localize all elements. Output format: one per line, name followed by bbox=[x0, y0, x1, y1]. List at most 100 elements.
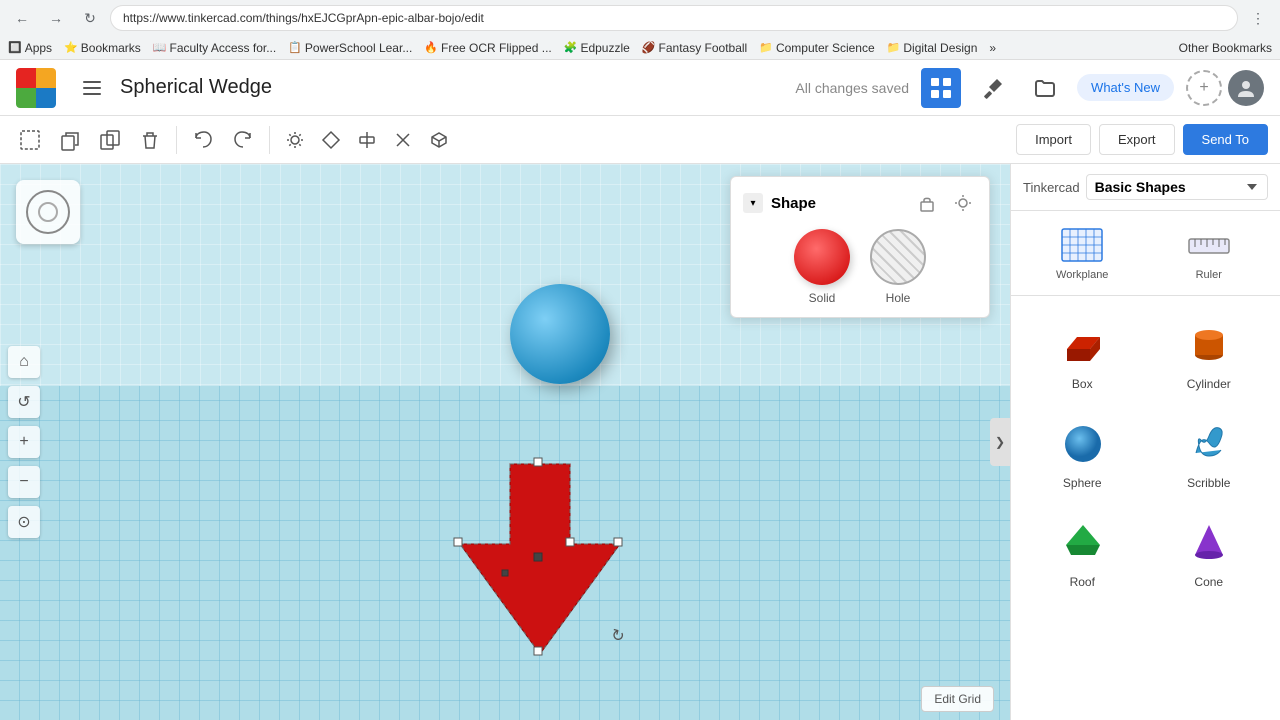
light-button[interactable] bbox=[278, 123, 312, 157]
duplicate-button[interactable] bbox=[92, 122, 128, 158]
bookmark-fantasy[interactable]: 🏈 Fantasy Football bbox=[642, 41, 747, 55]
main-content: ↻ ⌂ ↺ + − ⊙ ▾ Shape bbox=[0, 164, 1280, 720]
ocr-icon: 🔥 bbox=[424, 41, 438, 54]
shapes-library: Tinkercad Basic Shapes bbox=[1010, 164, 1280, 720]
mirror-button[interactable] bbox=[386, 123, 420, 157]
wedge-object[interactable]: ↻ bbox=[430, 454, 650, 684]
bookmark-other[interactable]: Other Bookmarks bbox=[1179, 41, 1272, 55]
shape-cylinder[interactable]: Cylinder bbox=[1150, 308, 1269, 399]
logo-q1 bbox=[16, 68, 36, 88]
shape-scribble[interactable]: Scribble bbox=[1150, 407, 1269, 498]
address-bar[interactable]: https://www.tinkercad.com/things/hxEJCGp… bbox=[110, 5, 1238, 31]
scribble-thumb bbox=[1179, 415, 1239, 470]
select-all-button[interactable] bbox=[12, 122, 48, 158]
scribble-label: Scribble bbox=[1187, 476, 1230, 490]
undo-button[interactable] bbox=[185, 122, 221, 158]
shape-panel: ▾ Shape Solid bbox=[730, 176, 990, 318]
ps-label: PowerSchool Lear... bbox=[305, 41, 412, 55]
shape-cone[interactable]: Cone bbox=[1150, 506, 1269, 597]
hammer-button[interactable] bbox=[973, 68, 1013, 108]
shape-box[interactable]: Box bbox=[1023, 308, 1142, 399]
ruler-icon bbox=[1185, 225, 1233, 265]
save-status: All changes saved bbox=[795, 80, 909, 96]
grid-view-button[interactable] bbox=[921, 68, 961, 108]
sphere-label: Sphere bbox=[1063, 476, 1102, 490]
logo-q4 bbox=[36, 88, 56, 108]
panel-title: Shape bbox=[771, 195, 905, 212]
bookmark-edpuzzle[interactable]: 🧩 Edpuzzle bbox=[564, 41, 630, 55]
action-buttons: Import Export Send To bbox=[1016, 124, 1268, 155]
sphere-thumb bbox=[1052, 415, 1112, 470]
shapes-grid: Box Cylinder bbox=[1011, 296, 1280, 609]
import-button[interactable]: Import bbox=[1016, 124, 1091, 155]
bookmark-cs[interactable]: 📁 Computer Science bbox=[759, 41, 874, 55]
forward-button[interactable]: → bbox=[42, 4, 70, 32]
panel-lock-button[interactable] bbox=[913, 189, 941, 217]
chevron-down-icon bbox=[1245, 180, 1259, 194]
logo-q3 bbox=[16, 88, 36, 108]
shape-roof[interactable]: Roof bbox=[1023, 506, 1142, 597]
grid-menu-button[interactable] bbox=[76, 72, 108, 104]
sphere-object[interactable] bbox=[510, 284, 610, 384]
panel-header: ▾ Shape bbox=[743, 189, 977, 217]
faculty-icon: 📖 bbox=[153, 41, 167, 54]
add-user-button[interactable]: + bbox=[1186, 70, 1222, 106]
fit-view-button[interactable]: ⊙ bbox=[8, 506, 40, 538]
workplane-icon bbox=[1058, 225, 1106, 265]
bookmark-faculty[interactable]: 📖 Faculty Access for... bbox=[153, 41, 276, 55]
roof-thumb bbox=[1052, 514, 1112, 569]
user-avatar[interactable] bbox=[1228, 70, 1264, 106]
back-button[interactable]: ← bbox=[8, 4, 36, 32]
bookmark-apps[interactable]: 🔲 Apps bbox=[8, 41, 52, 55]
box-label: Box bbox=[1072, 377, 1093, 391]
diamond-button[interactable] bbox=[314, 123, 348, 157]
edit-grid-button[interactable]: Edit Grid bbox=[921, 686, 994, 712]
library-header: Tinkercad Basic Shapes bbox=[1011, 164, 1280, 211]
send-to-button[interactable]: Send To bbox=[1183, 124, 1268, 155]
library-tinkercad-label: Tinkercad bbox=[1023, 180, 1080, 195]
workplane-button[interactable]: Workplane bbox=[1019, 219, 1146, 287]
other-label: Other Bookmarks bbox=[1179, 41, 1272, 55]
logo-q2 bbox=[36, 68, 56, 88]
cylinder-thumb bbox=[1179, 316, 1239, 371]
toolbar-divider-2 bbox=[269, 126, 270, 154]
redo-button[interactable] bbox=[225, 122, 261, 158]
extensions-button[interactable]: ⋮ bbox=[1244, 4, 1272, 32]
library-dropdown-label: Basic Shapes bbox=[1095, 179, 1241, 195]
bookmark-more[interactable]: » bbox=[989, 41, 996, 55]
folder-button[interactable] bbox=[1025, 68, 1065, 108]
bookmark-bookmarks[interactable]: ⭐ Bookmarks bbox=[64, 41, 141, 55]
refresh-button[interactable]: ↻ bbox=[76, 4, 104, 32]
bookmark-powerschool[interactable]: 📋 PowerSchool Lear... bbox=[288, 41, 412, 55]
bookmark-dd[interactable]: 📁 Digital Design bbox=[887, 41, 978, 55]
zoom-in-button[interactable]: + bbox=[8, 426, 40, 458]
library-dropdown[interactable]: Basic Shapes bbox=[1086, 174, 1268, 200]
export-button[interactable]: Export bbox=[1099, 124, 1175, 155]
shape-sphere[interactable]: Sphere bbox=[1023, 407, 1142, 498]
ruler-button[interactable]: Ruler bbox=[1146, 219, 1273, 287]
tinkercad-logo[interactable] bbox=[16, 68, 56, 108]
url-text: https://www.tinkercad.com/things/hxEJCGp… bbox=[123, 11, 484, 25]
zoom-out-button[interactable]: − bbox=[8, 466, 40, 498]
bookmarks-label: Bookmarks bbox=[81, 41, 141, 55]
align-button[interactable] bbox=[350, 123, 384, 157]
panel-collapse-toggle[interactable]: ❯ bbox=[990, 418, 1010, 466]
group-button[interactable] bbox=[422, 123, 456, 157]
delete-button[interactable] bbox=[132, 122, 168, 158]
view-controls: ⌂ ↺ + − ⊙ bbox=[8, 346, 40, 538]
home-view-button[interactable]: ⌂ bbox=[8, 346, 40, 378]
canvas-area[interactable]: ↻ ⌂ ↺ + − ⊙ ▾ Shape bbox=[0, 164, 1010, 720]
panel-collapse-button[interactable]: ▾ bbox=[743, 193, 763, 213]
copy-button[interactable] bbox=[52, 122, 88, 158]
bookmarks-bar: 🔲 Apps ⭐ Bookmarks 📖 Faculty Access for.… bbox=[0, 36, 1280, 60]
whats-new-button[interactable]: What's New bbox=[1077, 74, 1174, 101]
roof-label: Roof bbox=[1070, 575, 1095, 589]
document-title: Spherical Wedge bbox=[120, 76, 272, 99]
ocr-label: Free OCR Flipped ... bbox=[441, 41, 552, 55]
hole-option[interactable]: Hole bbox=[870, 229, 926, 305]
toolbar-divider-1 bbox=[176, 126, 177, 154]
orbit-button[interactable]: ↺ bbox=[8, 386, 40, 418]
panel-light-button[interactable] bbox=[949, 189, 977, 217]
bookmark-freeocr[interactable]: 🔥 Free OCR Flipped ... bbox=[424, 41, 551, 55]
solid-option[interactable]: Solid bbox=[794, 229, 850, 305]
